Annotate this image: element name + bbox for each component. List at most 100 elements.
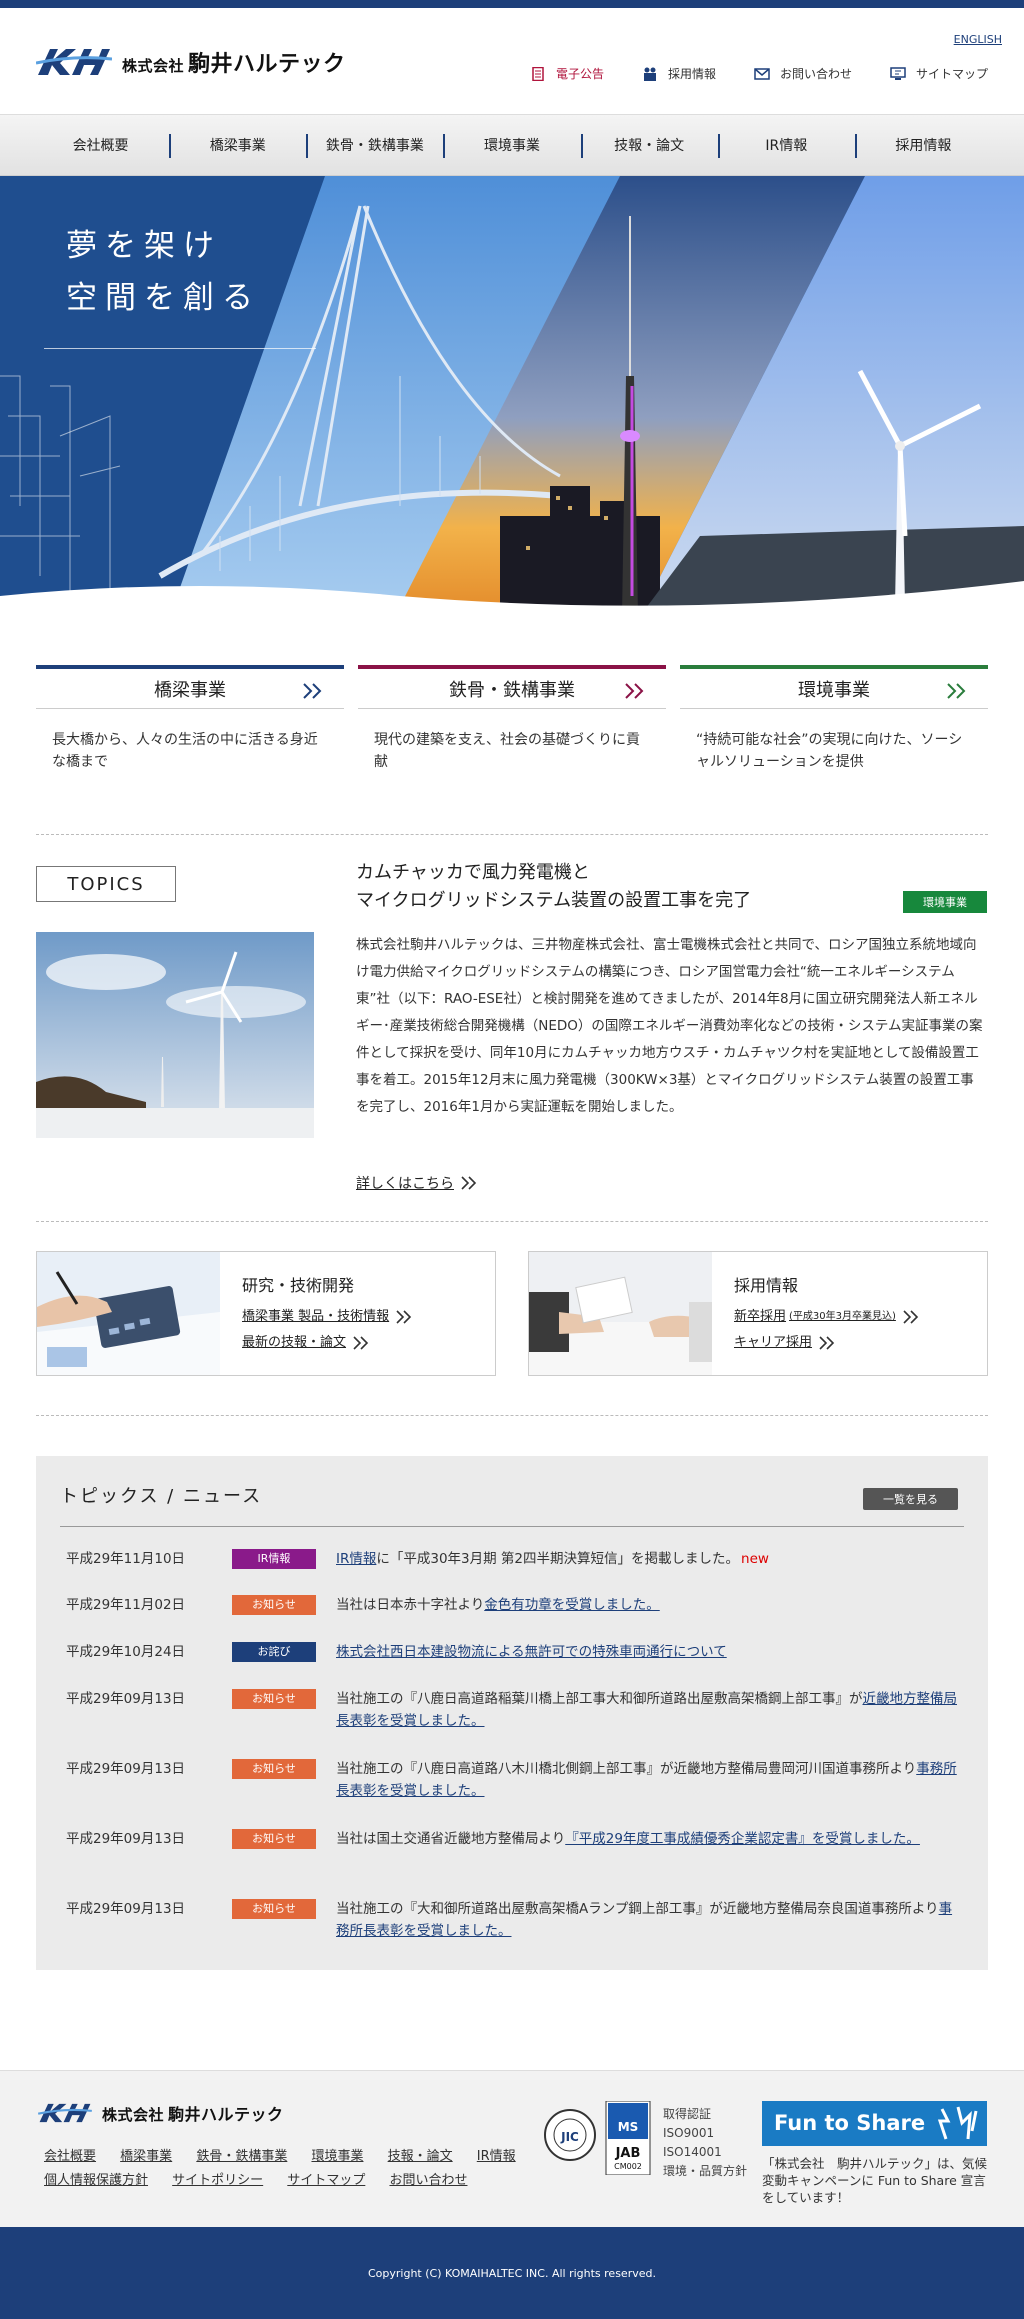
footer-link-sitemap[interactable]: サイトマップ xyxy=(287,2169,365,2193)
footer-link-papers[interactable]: 技報・論文 xyxy=(388,2145,453,2169)
news-date: 平成29年09月13日 xyxy=(66,1761,186,1777)
news-title: トピックス / ニュース xyxy=(60,1486,263,1507)
promo-link-papers[interactable]: 最新の技報・論文 xyxy=(242,1330,413,1356)
news-category-badge: お知らせ xyxy=(232,1595,316,1615)
business-card-environment[interactable]: 環境事業 “持続可能な社会”の実現に向けた、ソーシャルソリューションを提供 xyxy=(680,665,988,793)
footer-link-contact[interactable]: お問い合わせ xyxy=(389,2169,467,2193)
footer-link-privacy[interactable]: 個人情報保護方針 xyxy=(44,2169,148,2193)
hero-divider xyxy=(44,348,316,349)
footer-link-bridge[interactable]: 橋梁事業 xyxy=(120,2145,172,2169)
news-category-badge: お知らせ xyxy=(232,1689,316,1709)
promo-link-career[interactable]: キャリア採用 xyxy=(734,1330,920,1356)
nav-item-bridge[interactable]: 橋梁事業 xyxy=(169,115,306,175)
util-e-notice-link[interactable]: 電子公告 xyxy=(530,65,604,82)
fun-to-share-text: 「株式会社 駒井ハルテック」は、気候変動キャンペーンに Fun to Share… xyxy=(762,2156,988,2205)
news-item: 平成29年11月02日 お知らせ 当社は日本赤十字社より金色有功章を受賞しました。 xyxy=(66,1594,960,1616)
divider xyxy=(36,1415,988,1416)
util-contact-link[interactable]: お問い合わせ xyxy=(754,65,852,82)
kh-logo-icon xyxy=(36,49,112,75)
nav-item-ir[interactable]: IR情報 xyxy=(717,115,855,175)
nav-item-steel[interactable]: 鉄骨・鉄構事業 xyxy=(306,115,443,175)
business-card-title: 環境事業 xyxy=(798,679,870,701)
footer-link-steel[interactable]: 鉄骨・鉄構事業 xyxy=(196,2145,287,2169)
divider xyxy=(36,834,988,835)
footer-link-company[interactable]: 会社概要 xyxy=(44,2145,96,2169)
document-icon xyxy=(532,66,544,81)
business-card-bridge[interactable]: 橋梁事業 長大橋から、人々の生活の中に活きる身近な橋まで xyxy=(36,665,344,793)
business-card-title: 橋梁事業 xyxy=(154,679,226,701)
cert-badge-label: CM002 xyxy=(614,2162,642,2171)
mail-icon xyxy=(754,67,770,80)
site-logo[interactable]: 株式会社 駒井ハルテック xyxy=(36,45,346,79)
topics-more-link[interactable]: 詳しくはこちら xyxy=(356,1173,478,1193)
promo-link-new-graduate[interactable]: 新卒採用 (平成30年3月卒業見込) xyxy=(734,1304,920,1330)
business-card-desc: 現代の建築を支え、社会の基礎づくりに貢献 xyxy=(374,732,640,770)
promo-title: 採用情報 xyxy=(734,1276,799,1295)
news-date: 平成29年10月24日 xyxy=(66,1644,186,1660)
footer-link-environment[interactable]: 環境事業 xyxy=(311,2145,363,2169)
news-category-badge: お知らせ xyxy=(232,1829,316,1849)
news-text-prefix: 当社施工の『八鹿日高道路八木川橋北側鋼上部工事』が近畿地方整備局豊岡河川国道事務… xyxy=(336,1761,917,1777)
handshake-photo xyxy=(529,1252,712,1375)
news-category-badge: お知らせ xyxy=(232,1759,316,1779)
promo-research: 研究・技術開発 橋梁事業 製品・技術情報 最新の技報・論文 xyxy=(36,1251,496,1376)
footer-link-site-policy[interactable]: サイトポリシー xyxy=(172,2169,263,2193)
top-accent-bar xyxy=(0,0,1024,8)
news-item: 平成29年09月13日 お知らせ 当社は国土交通省近畿地方整備局より『平成29年度工… xyxy=(66,1828,960,1850)
news-link[interactable]: 株式会社西日本建設物流による無許可での特殊車両通行について xyxy=(336,1644,727,1660)
site-header: 株式会社 駒井ハルテック ENGLISH 電子公告 採用情報 お問い合わせ サイト… xyxy=(0,8,1024,114)
company-name: 株式会社 駒井ハルテック xyxy=(122,52,346,77)
double-chevron-right-icon xyxy=(819,1336,835,1350)
business-card-steel[interactable]: 鉄骨・鉄構事業 現代の建築を支え、社会の基礎づくりに貢献 xyxy=(358,665,666,793)
news-item: 平成29年09月13日 お知らせ 当社施工の『大和御所道路出屋敷高架橋Aランプ鋼上部… xyxy=(66,1898,960,1942)
nav-item-environment[interactable]: 環境事業 xyxy=(443,115,580,175)
news-text: 当社施工の『八鹿日高道路八木川橋北側鋼上部工事』が近畿地方整備局豊岡河川国道事務… xyxy=(336,1758,960,1802)
topics-label: TOPICS xyxy=(36,866,176,902)
people-icon xyxy=(643,67,656,81)
util-sitemap-link[interactable]: サイトマップ xyxy=(890,65,988,82)
news-date: 平成29年09月13日 xyxy=(66,1691,186,1707)
hero-tagline: 夢を架け 空間を創る xyxy=(66,228,261,316)
footer-links: 会社概要 橋梁事業 鉄骨・鉄構事業 環境事業 技報・論文 IR情報 個人情報保護… xyxy=(44,2145,544,2193)
news-list-all-button[interactable]: 一覧を見る xyxy=(863,1488,958,1510)
business-card-desc: “持続可能な社会”の実現に向けた、ソーシャルソリューションを提供 xyxy=(696,732,963,770)
topics-title[interactable]: カムチャッカで風力発電機と マイクログリッドシステム装置の設置工事を完了 xyxy=(356,859,751,915)
promo-recruit: 採用情報 新卒採用 (平成30年3月卒業見込) キャリア採用 xyxy=(528,1251,988,1376)
global-nav: 会社概要 橋梁事業 鉄骨・鉄構事業 環境事業 技報・論文 IR情報 採用情報 xyxy=(0,114,1024,176)
research-image xyxy=(37,1252,220,1375)
promo-title: 研究・技術開発 xyxy=(242,1276,355,1295)
news-text-prefix: 当社施工の『八鹿日高道路稲葉川橋上部工事大和御所道路出屋敷高架橋鋼上部工事』が xyxy=(336,1691,863,1707)
news-link[interactable]: 『平成29年度工事成績優秀企業認定書』を受賞しました。 xyxy=(565,1831,920,1847)
certification-badges: JIC MS JAB CM002 xyxy=(544,2101,654,2175)
footer-link-ir[interactable]: IR情報 xyxy=(477,2145,516,2169)
double-chevron-right-icon xyxy=(625,683,644,699)
copyright: Copyright (C) KOMAIHALTEC INC. All right… xyxy=(0,2227,1024,2319)
news-text-suffix: に「平成30年3月期 第2四半期決算短信」を掲載しました。 xyxy=(376,1551,740,1567)
fun-to-share-banner[interactable]: Fun to Share xyxy=(762,2101,987,2146)
news-text: 当社は国土交通省近畿地方整備局より『平成29年度工事成績優秀企業認定書』を受賞し… xyxy=(336,1828,960,1850)
promo-link-bridge-products[interactable]: 橋梁事業 製品・技術情報 xyxy=(242,1304,413,1330)
news-link[interactable]: IR情報 xyxy=(336,1551,376,1567)
news-item: 平成29年11月10日 IR情報 IR情報に「平成30年3月期 第2四半期決算短信」… xyxy=(66,1548,960,1570)
certification-text: 取得認証 ISO9001 ISO14001 環境・品質方針 xyxy=(663,2105,753,2181)
environment-quality-policy-link[interactable]: 環境・品質方針 xyxy=(663,2162,753,2181)
nav-item-papers[interactable]: 技報・論文 xyxy=(580,115,718,175)
english-link[interactable]: ENGLISH xyxy=(954,33,1002,46)
nav-item-recruit[interactable]: 採用情報 xyxy=(854,115,992,175)
news-date: 平成29年11月02日 xyxy=(66,1597,186,1613)
wind-turbine-photo xyxy=(36,932,314,1138)
news-link[interactable]: 金色有功章を受賞しました。 xyxy=(484,1597,660,1613)
cert-badge-label: JAB xyxy=(615,2146,641,2161)
nav-item-company[interactable]: 会社概要 xyxy=(32,115,169,175)
double-chevron-right-icon xyxy=(303,683,322,699)
util-recruit-link[interactable]: 採用情報 xyxy=(642,65,716,82)
footer-logo[interactable]: 株式会社 駒井ハルテック xyxy=(38,2101,284,2125)
business-cards: 橋梁事業 長大橋から、人々の生活の中に活きる身近な橋まで 鉄骨・鉄構事業 現代の… xyxy=(36,665,988,793)
topics-image xyxy=(36,932,314,1138)
news-item: 平成29年10月24日 お詫び 株式会社西日本建設物流による無許可での特殊車両通行に… xyxy=(66,1641,960,1663)
hero-banner: 夢を架け 空間を創る xyxy=(0,176,1024,616)
new-badge: new xyxy=(741,1551,769,1567)
site-footer: 株式会社 駒井ハルテック 会社概要 橋梁事業 鉄骨・鉄構事業 環境事業 技報・論文… xyxy=(0,2070,1024,2227)
certification-badges-graphic: JIC MS JAB CM002 xyxy=(544,2101,651,2175)
news-text-prefix: 当社は国土交通省近畿地方整備局より xyxy=(336,1831,566,1847)
